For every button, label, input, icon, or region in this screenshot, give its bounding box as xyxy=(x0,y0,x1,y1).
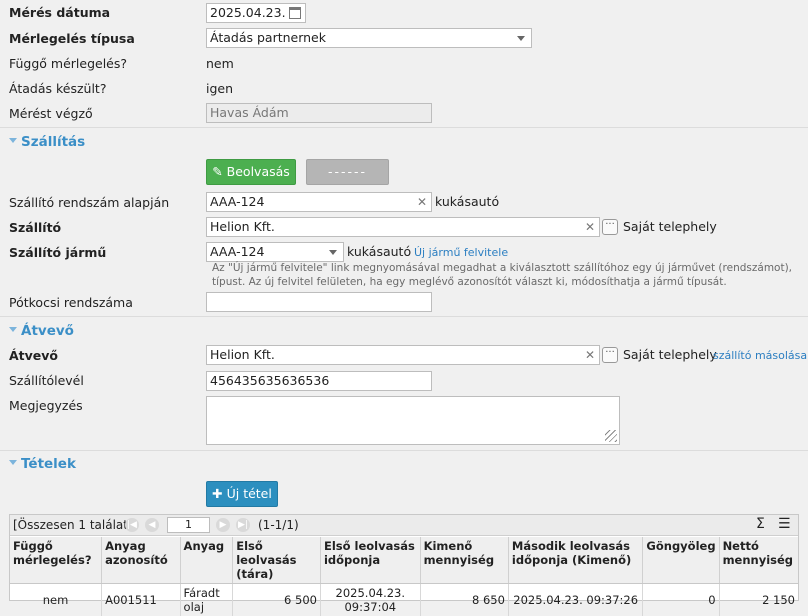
szallito-rendszam-suffix: kukásautó xyxy=(435,194,499,210)
szallito-label: Szállító xyxy=(9,220,61,236)
atvevo-suffix: Saját telephely xyxy=(623,347,717,363)
szallito-rendszam-label: Szállító rendszám alapján xyxy=(9,195,169,211)
merlegeles-tipusa-label: Mérlegelés típusa xyxy=(9,31,135,47)
meres-datuma-field[interactable]: 2025.04.23. xyxy=(206,3,306,23)
column-header[interactable]: Anyag xyxy=(180,537,233,584)
meres-datuma-value: 2025.04.23. xyxy=(210,5,286,20)
menu-icon[interactable]: ☰ xyxy=(778,516,791,532)
merest-vegzo-label: Mérést végző xyxy=(9,106,93,122)
szallito-value: Helion Kft. xyxy=(210,219,275,234)
szallitolevel-label: Szállítólevél xyxy=(9,373,84,389)
uj-tetel-button[interactable]: ✚ Új tétel xyxy=(206,481,278,507)
szallito-input[interactable]: Helion Kft. ✕ xyxy=(206,217,600,237)
atadas-label: Átadás készült? xyxy=(9,81,106,97)
column-header[interactable]: Kimenő mennyiség xyxy=(420,537,508,584)
last-page-icon[interactable]: ▶| xyxy=(236,518,250,532)
column-header[interactable]: Anyag azonosító xyxy=(102,537,180,584)
page-range: (1-1/1) xyxy=(258,518,299,532)
szallito-suffix: Saját telephely xyxy=(623,219,717,235)
sum-icon[interactable]: Σ xyxy=(756,516,765,532)
ellipsis-icon[interactable]: ··· xyxy=(602,219,618,235)
divider xyxy=(0,450,808,451)
merest-vegzo-field: Havas Ádám xyxy=(206,103,432,123)
table-cell: 8 650 xyxy=(420,584,508,616)
atvevo-value: Helion Kft. xyxy=(210,347,275,362)
grid-summary: [Összesen 1 találat] xyxy=(13,518,133,532)
szallito-jarmu-select[interactable]: AAA-124 xyxy=(206,242,344,262)
collapse-triangle-icon xyxy=(9,327,17,332)
column-header[interactable]: Első leolvasás (tára) xyxy=(233,537,321,584)
column-header[interactable]: Nettó mennyiség xyxy=(719,537,798,584)
first-page-icon[interactable]: |◀ xyxy=(125,518,139,532)
table-cell: Fáradt olaj xyxy=(180,584,233,616)
column-header[interactable]: Göngyöleg xyxy=(643,537,719,584)
column-header[interactable]: Második leolvasás időponja (Kimenő) xyxy=(508,537,643,584)
divider xyxy=(0,127,808,128)
chevron-down-icon xyxy=(329,250,337,255)
resize-handle-icon[interactable] xyxy=(605,430,617,442)
megjegyzes-label: Megjegyzés xyxy=(9,398,83,414)
next-page-icon[interactable]: ▶ xyxy=(216,518,230,532)
section-szallitas-title: Szállítás xyxy=(21,134,85,150)
section-atvevo[interactable]: Átvevő xyxy=(9,322,74,340)
atvevo-input[interactable]: Helion Kft. ✕ xyxy=(206,345,600,365)
potkocsi-label: Pótkocsi rendszáma xyxy=(9,295,133,311)
table-cell: 0 xyxy=(643,584,719,616)
table-cell: 6 500 xyxy=(233,584,321,616)
potkocsi-input[interactable] xyxy=(206,292,432,312)
grid-pager: [Összesen 1 találat] |◀ ◀ 1 ▶ ▶| (1-1/1)… xyxy=(10,515,798,536)
table-cell: A001511 xyxy=(102,584,180,616)
tetelek-grid: [Összesen 1 találat] |◀ ◀ 1 ▶ ▶| (1-1/1)… xyxy=(9,514,799,601)
merlegeles-tipusa-value: Átadás partnernek xyxy=(210,30,326,45)
chevron-down-icon xyxy=(517,36,525,41)
section-szallitas[interactable]: Szállítás xyxy=(9,133,85,151)
meres-datuma-label: Mérés dátuma xyxy=(9,5,110,21)
szallito-jarmu-value: AAA-124 xyxy=(210,244,264,259)
collapse-triangle-icon xyxy=(9,460,17,465)
calendar-icon[interactable] xyxy=(289,7,301,19)
help-text: Az "Új jármű felvitele" link megnyomásáv… xyxy=(212,261,796,289)
section-tetelek[interactable]: Tételek xyxy=(9,455,76,473)
plus-icon: ✚ xyxy=(212,486,222,501)
szallito-rendszam-input[interactable]: AAA-124 ✕ xyxy=(206,192,432,212)
column-header[interactable]: Első leolvasás időponja xyxy=(320,537,420,584)
table-cell: 2025.04.23. 09:37:04 xyxy=(320,584,420,616)
beolvasas-button-label: Beolvasás xyxy=(227,164,290,179)
table-cell: 2 150 xyxy=(719,584,798,616)
atadas-value: igen xyxy=(206,81,233,97)
fuggo-value: nem xyxy=(206,56,234,72)
merlegeles-tipusa-select[interactable]: Átadás partnernek xyxy=(206,28,532,48)
fuggo-label: Függő mérlegelés? xyxy=(9,56,127,72)
table-row[interactable]: nem A001511 Fáradt olaj 6 500 2025.04.23… xyxy=(10,584,798,616)
clear-icon[interactable]: ✕ xyxy=(585,346,595,364)
column-header[interactable]: Függő mérlegelés? xyxy=(10,537,102,584)
section-atvevo-title: Átvevő xyxy=(21,323,74,339)
uj-tetel-button-label: Új tétel xyxy=(227,486,272,501)
prev-page-icon[interactable]: ◀ xyxy=(145,518,159,532)
ellipsis-icon[interactable]: ··· xyxy=(602,347,618,363)
tetelek-table: Függő mérlegelés? Anyag azonosító Anyag … xyxy=(10,537,798,616)
atvevo-label: Átvevő xyxy=(9,348,58,364)
dash-button[interactable]: ------ xyxy=(306,159,389,185)
szallito-masolasa-link[interactable]: szállító másolása xyxy=(713,349,807,362)
section-tetelek-title: Tételek xyxy=(21,456,76,472)
divider xyxy=(0,316,808,317)
beolvasas-button[interactable]: ✎ Beolvasás xyxy=(206,159,296,185)
szallitolevel-input[interactable]: 456435635636536 xyxy=(206,371,432,391)
collapse-triangle-icon xyxy=(9,138,17,143)
szallito-rendszam-value: AAA-124 xyxy=(210,194,264,209)
szallito-jarmu-label: Szállító jármű xyxy=(9,245,106,261)
szallito-jarmu-suffix: kukásautó xyxy=(347,244,411,260)
table-cell: nem xyxy=(10,584,102,616)
clear-icon[interactable]: ✕ xyxy=(417,193,427,211)
table-cell: 2025.04.23. 09:37:26 xyxy=(508,584,643,616)
clear-icon[interactable]: ✕ xyxy=(585,218,595,236)
uj-jarmu-felvitele-link[interactable]: Új jármű felvitele xyxy=(414,246,508,259)
page-number-input[interactable]: 1 xyxy=(167,517,210,533)
megjegyzes-textarea[interactable] xyxy=(206,396,620,445)
pencil-icon: ✎ xyxy=(212,164,222,179)
